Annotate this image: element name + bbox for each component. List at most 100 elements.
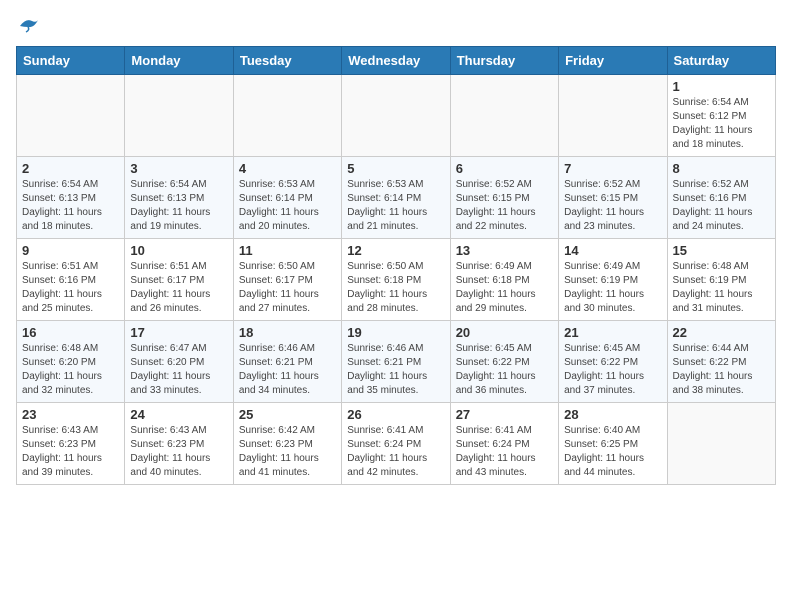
calendar-cell: 22 Sunrise: 6:44 AM Sunset: 6:22 PM Dayli… (667, 321, 775, 403)
day-info: Sunrise: 6:52 AM Sunset: 6:16 PM Dayligh… (673, 178, 770, 234)
weekday-header-tuesday: Tuesday (233, 47, 341, 75)
day-number: 24 (130, 407, 227, 422)
day-number: 13 (456, 243, 553, 258)
calendar-cell: 17 Sunrise: 6:47 AM Sunset: 6:20 PM Dayli… (125, 321, 233, 403)
weekday-header-thursday: Thursday (450, 47, 558, 75)
day-number: 25 (239, 407, 336, 422)
calendar-cell (342, 75, 450, 157)
day-number: 2 (22, 161, 119, 176)
calendar-cell: 26Sunrise: 6:41 AM Sunset: 6:24 PM Dayli… (342, 403, 450, 485)
day-info: Sunrise: 6:41 AM Sunset: 6:24 PM Dayligh… (456, 424, 553, 480)
day-info: Sunrise: 6:47 AM Sunset: 6:20 PM Dayligh… (130, 342, 227, 398)
calendar-cell (17, 75, 125, 157)
calendar-week-row: 23 Sunrise: 6:43 AM Sunset: 6:23 PM Dayli… (17, 403, 776, 485)
weekday-header-sunday: Sunday (17, 47, 125, 75)
calendar-cell: 9 Sunrise: 6:51 AM Sunset: 6:16 PM Daylig… (17, 239, 125, 321)
day-info: Sunrise: 6:40 AM Sunset: 6:25 PM Dayligh… (564, 424, 661, 480)
day-number: 26 (347, 407, 444, 422)
calendar-cell (450, 75, 558, 157)
calendar-cell: 10 Sunrise: 6:51 AM Sunset: 6:17 PM Dayli… (125, 239, 233, 321)
day-info: Sunrise: 6:43 AM Sunset: 6:23 PM Dayligh… (22, 424, 119, 480)
calendar-cell: 8Sunrise: 6:52 AM Sunset: 6:16 PM Daylig… (667, 157, 775, 239)
calendar-table: SundayMondayTuesdayWednesdayThursdayFrid… (16, 46, 776, 485)
calendar-cell (125, 75, 233, 157)
calendar-cell (667, 403, 775, 485)
day-info: Sunrise: 6:54 AM Sunset: 6:13 PM Dayligh… (130, 178, 227, 234)
day-number: 11 (239, 243, 336, 258)
day-info: Sunrise: 6:53 AM Sunset: 6:14 PM Dayligh… (239, 178, 336, 234)
day-number: 4 (239, 161, 336, 176)
calendar-cell: 1 Sunrise: 6:54 AM Sunset: 6:12 PM Daylig… (667, 75, 775, 157)
calendar-cell (233, 75, 341, 157)
day-number: 15 (673, 243, 770, 258)
day-info: Sunrise: 6:54 AM Sunset: 6:13 PM Dayligh… (22, 178, 119, 234)
day-number: 18 (239, 325, 336, 340)
calendar-cell: 23 Sunrise: 6:43 AM Sunset: 6:23 PM Dayli… (17, 403, 125, 485)
calendar-week-row: 9 Sunrise: 6:51 AM Sunset: 6:16 PM Daylig… (17, 239, 776, 321)
day-number: 12 (347, 243, 444, 258)
calendar-cell: 24 Sunrise: 6:43 AM Sunset: 6:23 PM Dayli… (125, 403, 233, 485)
day-number: 27 (456, 407, 553, 422)
day-number: 1 (673, 79, 770, 94)
day-info: Sunrise: 6:46 AM Sunset: 6:21 PM Dayligh… (347, 342, 444, 398)
weekday-header-friday: Friday (559, 47, 667, 75)
calendar-cell: 11 Sunrise: 6:50 AM Sunset: 6:17 PM Dayli… (233, 239, 341, 321)
day-number: 14 (564, 243, 661, 258)
day-info: Sunrise: 6:45 AM Sunset: 6:22 PM Dayligh… (564, 342, 661, 398)
calendar-cell: 7Sunrise: 6:52 AM Sunset: 6:15 PM Daylig… (559, 157, 667, 239)
day-info: Sunrise: 6:50 AM Sunset: 6:17 PM Dayligh… (239, 260, 336, 316)
day-info: Sunrise: 6:52 AM Sunset: 6:15 PM Dayligh… (564, 178, 661, 234)
calendar-cell: 13 Sunrise: 6:49 AM Sunset: 6:18 PM Dayli… (450, 239, 558, 321)
day-number: 9 (22, 243, 119, 258)
day-info: Sunrise: 6:51 AM Sunset: 6:16 PM Dayligh… (22, 260, 119, 316)
day-number: 28 (564, 407, 661, 422)
calendar-cell: 15 Sunrise: 6:48 AM Sunset: 6:19 PM Dayli… (667, 239, 775, 321)
day-info: Sunrise: 6:44 AM Sunset: 6:22 PM Dayligh… (673, 342, 770, 398)
day-info: Sunrise: 6:42 AM Sunset: 6:23 PM Dayligh… (239, 424, 336, 480)
day-info: Sunrise: 6:49 AM Sunset: 6:18 PM Dayligh… (456, 260, 553, 316)
calendar-cell: 20 Sunrise: 6:45 AM Sunset: 6:22 PM Dayli… (450, 321, 558, 403)
day-number: 23 (22, 407, 119, 422)
calendar-cell: 4 Sunrise: 6:53 AM Sunset: 6:14 PM Daylig… (233, 157, 341, 239)
day-info: Sunrise: 6:43 AM Sunset: 6:23 PM Dayligh… (130, 424, 227, 480)
weekday-header-saturday: Saturday (667, 47, 775, 75)
day-number: 6 (456, 161, 553, 176)
day-number: 10 (130, 243, 227, 258)
day-number: 21 (564, 325, 661, 340)
calendar-week-row: 1 Sunrise: 6:54 AM Sunset: 6:12 PM Daylig… (17, 75, 776, 157)
day-info: Sunrise: 6:49 AM Sunset: 6:19 PM Dayligh… (564, 260, 661, 316)
day-info: Sunrise: 6:52 AM Sunset: 6:15 PM Dayligh… (456, 178, 553, 234)
calendar-cell: 21 Sunrise: 6:45 AM Sunset: 6:22 PM Dayli… (559, 321, 667, 403)
day-number: 19 (347, 325, 444, 340)
logo-bird-icon (18, 16, 40, 34)
day-info: Sunrise: 6:46 AM Sunset: 6:21 PM Dayligh… (239, 342, 336, 398)
day-info: Sunrise: 6:53 AM Sunset: 6:14 PM Dayligh… (347, 178, 444, 234)
page-header (16, 16, 776, 34)
day-info: Sunrise: 6:48 AM Sunset: 6:19 PM Dayligh… (673, 260, 770, 316)
calendar-cell: 27 Sunrise: 6:41 AM Sunset: 6:24 PM Dayli… (450, 403, 558, 485)
calendar-cell: 14 Sunrise: 6:49 AM Sunset: 6:19 PM Dayli… (559, 239, 667, 321)
day-info: Sunrise: 6:48 AM Sunset: 6:20 PM Dayligh… (22, 342, 119, 398)
calendar-cell: 2 Sunrise: 6:54 AM Sunset: 6:13 PM Daylig… (17, 157, 125, 239)
calendar-cell: 19 Sunrise: 6:46 AM Sunset: 6:21 PM Dayli… (342, 321, 450, 403)
day-number: 17 (130, 325, 227, 340)
calendar-header-row: SundayMondayTuesdayWednesdayThursdayFrid… (17, 47, 776, 75)
day-info: Sunrise: 6:54 AM Sunset: 6:12 PM Dayligh… (673, 96, 770, 152)
calendar-week-row: 2 Sunrise: 6:54 AM Sunset: 6:13 PM Daylig… (17, 157, 776, 239)
day-info: Sunrise: 6:50 AM Sunset: 6:18 PM Dayligh… (347, 260, 444, 316)
calendar-cell: 3 Sunrise: 6:54 AM Sunset: 6:13 PM Daylig… (125, 157, 233, 239)
day-info: Sunrise: 6:45 AM Sunset: 6:22 PM Dayligh… (456, 342, 553, 398)
calendar-cell: 28 Sunrise: 6:40 AM Sunset: 6:25 PM Dayli… (559, 403, 667, 485)
calendar-cell: 5Sunrise: 6:53 AM Sunset: 6:14 PM Daylig… (342, 157, 450, 239)
calendar-cell: 6 Sunrise: 6:52 AM Sunset: 6:15 PM Daylig… (450, 157, 558, 239)
day-info: Sunrise: 6:51 AM Sunset: 6:17 PM Dayligh… (130, 260, 227, 316)
day-number: 20 (456, 325, 553, 340)
logo (16, 16, 40, 34)
weekday-header-monday: Monday (125, 47, 233, 75)
day-number: 22 (673, 325, 770, 340)
calendar-cell (559, 75, 667, 157)
day-number: 3 (130, 161, 227, 176)
calendar-week-row: 16Sunrise: 6:48 AM Sunset: 6:20 PM Dayli… (17, 321, 776, 403)
calendar-cell: 16Sunrise: 6:48 AM Sunset: 6:20 PM Dayli… (17, 321, 125, 403)
weekday-header-wednesday: Wednesday (342, 47, 450, 75)
